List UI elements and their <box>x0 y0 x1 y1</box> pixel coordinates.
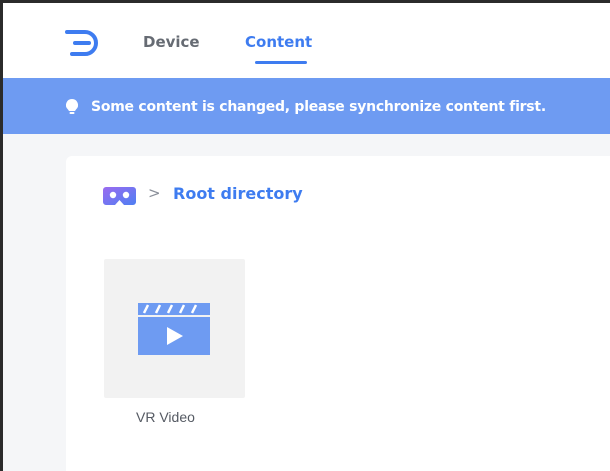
folder-tile-label: VR Video <box>136 409 195 425</box>
lightbulb-icon <box>65 98 79 114</box>
sync-notice-text: Some content is changed, please synchron… <box>91 99 546 115</box>
active-tab-indicator <box>255 61 307 64</box>
video-clapperboard-icon <box>138 303 210 355</box>
tab-device[interactable]: Device <box>143 33 200 51</box>
breadcrumb-root-directory[interactable]: Root directory <box>173 184 303 203</box>
tab-content[interactable]: Content <box>245 33 312 51</box>
breadcrumb-separator: > <box>148 184 161 202</box>
folder-tile-vr-video[interactable] <box>104 259 245 398</box>
top-navigation-bar: Device Content <box>0 0 610 78</box>
vr-headset-icon[interactable] <box>103 183 136 207</box>
app-logo-icon <box>65 30 98 56</box>
